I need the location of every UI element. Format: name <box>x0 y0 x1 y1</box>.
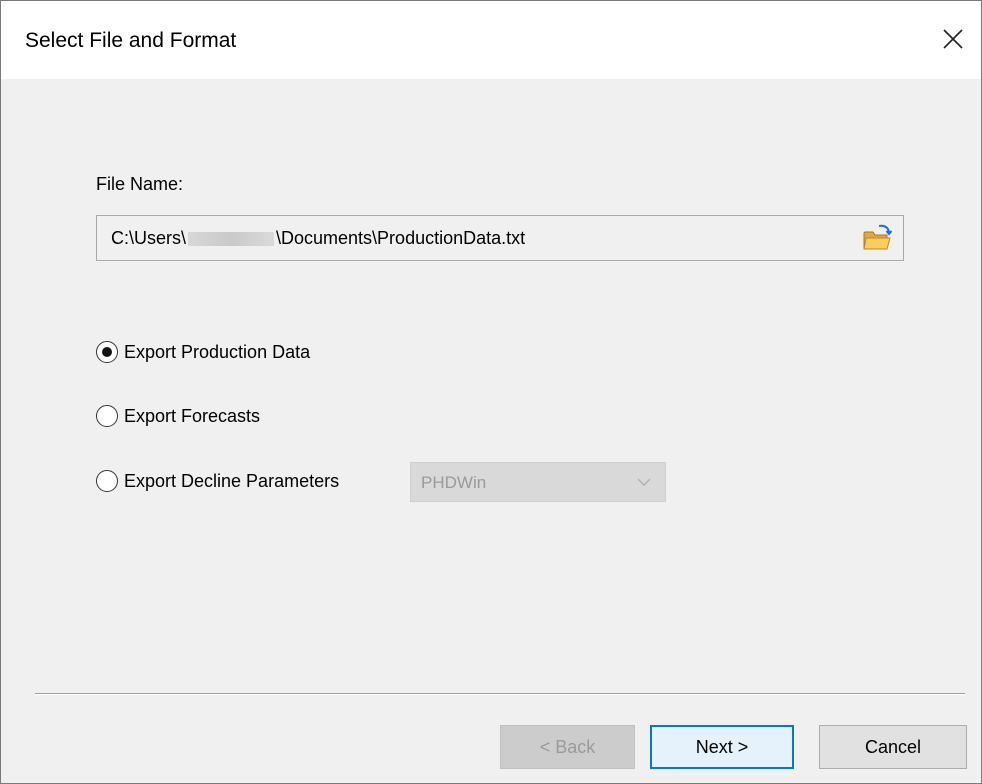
dialog-window: Select File and Format File Name: C:\Use… <box>0 0 982 784</box>
radio-export-production-label: Export Production Data <box>124 341 311 362</box>
open-folder-icon <box>863 224 893 250</box>
next-button[interactable]: Next > <box>650 725 794 769</box>
redacted-username <box>188 232 275 247</box>
decline-format-select[interactable]: PHDWin <box>410 462 666 502</box>
decline-format-value: PHDWin <box>421 473 487 492</box>
file-name-label: File Name: <box>96 174 184 194</box>
radio-export-forecasts-label: Export Forecasts <box>124 405 261 426</box>
file-path-prefix: C:\Users\ <box>111 228 187 248</box>
radio-export-decline[interactable]: Export Decline Parameters <box>96 470 339 492</box>
cancel-button[interactable]: Cancel <box>819 725 967 769</box>
radio-button-unchecked[interactable] <box>96 405 118 427</box>
back-button[interactable]: < Back <box>500 725 635 769</box>
close-icon <box>943 29 963 49</box>
file-name-field[interactable]: C:\Users\ \Documents\ProductionData.txt <box>96 215 904 261</box>
radio-export-forecasts[interactable]: Export Forecasts <box>96 405 260 427</box>
dialog-title: Select File and Format <box>25 29 237 52</box>
browse-folder-button[interactable] <box>861 222 893 254</box>
radio-button-checked[interactable] <box>96 341 118 363</box>
file-path-suffix: \Documents\ProductionData.txt <box>276 228 526 248</box>
file-path-value: C:\Users\ \Documents\ProductionData.txt <box>111 228 525 249</box>
radio-button-unchecked[interactable] <box>96 470 118 492</box>
radio-export-production[interactable]: Export Production Data <box>96 341 310 363</box>
footer-separator <box>35 693 965 695</box>
chevron-down-icon <box>637 478 651 486</box>
title-bar: Select File and Format <box>1 1 981 79</box>
close-button[interactable] <box>933 19 973 59</box>
radio-export-decline-label: Export Decline Parameters <box>124 470 340 491</box>
